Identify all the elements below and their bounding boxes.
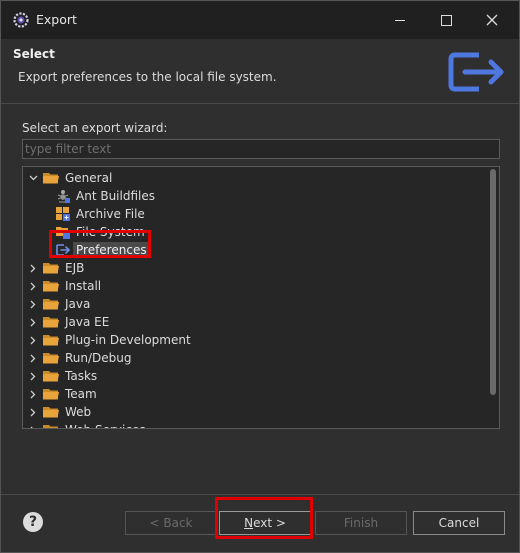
preferences-export-icon [56,244,71,256]
chevron-right-icon[interactable] [27,421,39,428]
tree-item-label: Web [65,405,92,419]
chevron-right-icon[interactable] [27,403,39,421]
folder-icon [43,299,59,310]
chevron-right-icon[interactable] [27,313,39,331]
tree-item-label: Web Services [65,423,146,428]
tree-item[interactable]: EJB [27,259,84,277]
finish-button[interactable]: Finish [315,511,407,535]
page-title: Select [13,47,55,61]
tree-item-label: EJB [65,261,85,275]
back-button[interactable]: < Back [125,511,217,535]
export-arrow-icon [448,52,504,92]
folder-icon [43,425,58,428]
tree-item[interactable]: Java EE [27,313,109,331]
page-description: Export preferences to the local file sys… [18,70,277,84]
wizard-body: Select an export wizard: General Ant Buil… [1,104,519,494]
chevron-right-icon[interactable] [27,277,39,295]
chevron-right-icon[interactable] [27,259,39,277]
next-button[interactable]: Next > [219,511,311,535]
folder-icon [43,263,59,274]
export-dialog: Export Select Export preferences to the … [0,0,520,553]
wizard-tree[interactable]: General Ant Buildfiles Archive File File Sy… [22,166,500,429]
tree-item-label: Plug-in Development [65,333,191,347]
wizard-header: Select Export preferences to the local f… [1,39,519,103]
tree-item[interactable]: Preferences [55,241,150,259]
tree-item-label: Tasks [65,369,98,383]
filter-input[interactable] [22,139,500,159]
folder-icon [43,389,59,400]
wizard-footer: ? < Back Next > Finish Cancel [1,495,519,552]
scrollbar-thumb[interactable] [490,169,496,395]
tree-item[interactable]: Run/Debug [27,349,132,367]
tree-item[interactable]: Team [27,385,97,403]
wizard-list-label: Select an export wizard: [22,121,168,135]
minimize-icon [395,19,405,21]
chevron-right-icon[interactable] [27,331,39,349]
tree-item[interactable]: File System [55,223,145,241]
chevron-right-icon[interactable] [27,295,39,313]
tree-item-label: Archive File [76,207,145,221]
tree-item[interactable]: Plug-in Development [27,331,191,349]
tree-item[interactable]: General [27,169,112,187]
folder-icon [43,317,59,328]
title-bar[interactable]: Export [1,1,519,39]
chevron-right-icon[interactable] [27,367,39,385]
folder-icon [43,371,59,382]
tree-item-label: Preferences [73,242,150,258]
tree-item[interactable]: Java [27,295,90,313]
tree-item[interactable]: Web [27,403,91,421]
tree-item[interactable]: Web Services [27,421,146,428]
tree-scrollbar[interactable] [489,169,497,426]
tree-item-label: Java EE [65,315,110,329]
ant-icon [57,190,70,203]
close-icon [486,14,498,26]
folder-icon [43,281,59,292]
folder-icon [43,407,59,418]
folder-icon [43,353,59,364]
tree-item-label: Ant Buildfiles [76,189,155,203]
help-button[interactable]: ? [23,512,43,532]
tree-item-label: Team [65,387,97,401]
minimize-button[interactable] [377,1,423,39]
window-title: Export [36,12,77,27]
maximize-button[interactable] [423,1,469,39]
tree-item[interactable]: Install [27,277,101,295]
eclipse-gear-icon [13,12,29,28]
folder-icon [43,173,59,184]
chevron-right-icon[interactable] [27,385,39,403]
close-button[interactable] [469,1,515,39]
tree-item-label: Java [65,297,91,311]
next-label: ext > [253,516,286,530]
archive-icon [56,207,70,221]
chevron-right-icon[interactable] [27,349,39,367]
tree-item-label: Run/Debug [65,351,132,365]
chevron-down-icon[interactable] [27,169,39,187]
tree-item[interactable]: Tasks [27,367,97,385]
tree-item-label: File System [76,225,145,239]
tree-item-label: Install [65,279,102,293]
tree-item[interactable]: Ant Buildfiles [55,187,155,205]
maximize-icon [440,14,452,26]
file-system-icon [56,227,70,239]
next-mnemonic: N [244,516,254,530]
tree-item-label: General [65,171,113,185]
tree-item[interactable]: Archive File [55,205,145,223]
folder-icon [43,335,59,346]
cancel-button[interactable]: Cancel [413,511,505,535]
